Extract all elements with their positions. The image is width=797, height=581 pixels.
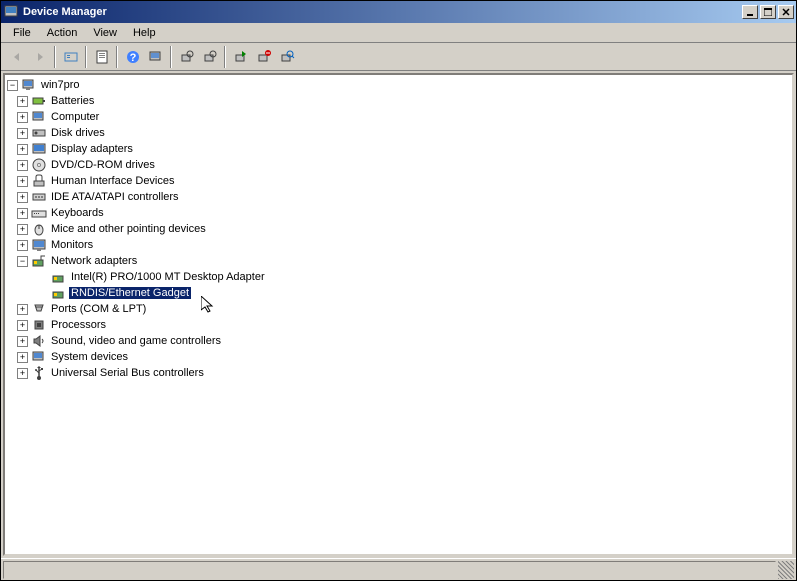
properties-button[interactable]: [90, 46, 113, 68]
resize-grip[interactable]: [778, 561, 794, 579]
expand-icon[interactable]: +: [17, 176, 28, 187]
tree-node-sound[interactable]: + Sound, video and game controllers: [7, 333, 790, 349]
svg-text:?: ?: [129, 52, 136, 64]
window: Device Manager File Action View Help ?: [0, 0, 797, 581]
expand-icon[interactable]: +: [17, 224, 28, 235]
tree-root[interactable]: − win7pro: [7, 77, 790, 93]
tree-node-keyboards[interactable]: + Keyboards: [7, 205, 790, 221]
collapse-icon[interactable]: −: [17, 256, 28, 267]
enable-button[interactable]: [229, 46, 252, 68]
tree-node-processors[interactable]: + Processors: [7, 317, 790, 333]
tree-node-intel-adapter[interactable]: Intel(R) PRO/1000 MT Desktop Adapter: [7, 269, 790, 285]
tree-node-dvd[interactable]: + DVD/CD-ROM drives: [7, 157, 790, 173]
tree-node-ide[interactable]: + IDE ATA/ATAPI controllers: [7, 189, 790, 205]
tree-root-label: win7pro: [39, 79, 82, 91]
statusbar: [1, 558, 796, 580]
sound-icon: [31, 333, 47, 349]
menu-file[interactable]: File: [5, 25, 39, 41]
expand-icon[interactable]: +: [17, 208, 28, 219]
maximize-button[interactable]: [760, 5, 776, 19]
usb-icon: [31, 365, 47, 381]
hid-icon: [31, 173, 47, 189]
menu-help[interactable]: Help: [125, 25, 164, 41]
network-adapter-icon: [51, 285, 67, 301]
network-adapter-icon: [51, 269, 67, 285]
display-icon: [31, 141, 47, 157]
expand-icon[interactable]: +: [17, 144, 28, 155]
keyboard-icon: [31, 205, 47, 221]
mouse-icon: [31, 221, 47, 237]
selected-item: RNDIS/Ethernet Gadget: [69, 287, 191, 299]
tree-node-network[interactable]: − Network adapters: [7, 253, 790, 269]
tree-node-batteries[interactable]: + Batteries: [7, 93, 790, 109]
tree-node-rndis[interactable]: RNDIS/Ethernet Gadget: [7, 285, 790, 301]
computer-icon: [21, 77, 37, 93]
network-icon: [31, 253, 47, 269]
tree-node-disk[interactable]: + Disk drives: [7, 125, 790, 141]
tree-node-monitors[interactable]: + Monitors: [7, 237, 790, 253]
computer-icon: [31, 109, 47, 125]
menu-view[interactable]: View: [85, 25, 125, 41]
show-hide-button[interactable]: [59, 46, 82, 68]
expand-icon[interactable]: +: [17, 192, 28, 203]
uninstall-button[interactable]: [198, 46, 221, 68]
expand-icon[interactable]: +: [17, 304, 28, 315]
update-driver-button[interactable]: [175, 46, 198, 68]
scan-button[interactable]: [144, 46, 167, 68]
titlebar[interactable]: Device Manager: [1, 1, 796, 23]
expand-icon[interactable]: +: [17, 240, 28, 251]
tree-node-system[interactable]: + System devices: [7, 349, 790, 365]
forward-button[interactable]: [28, 46, 51, 68]
tree-node-display[interactable]: + Display adapters: [7, 141, 790, 157]
disk-icon: [31, 125, 47, 141]
expand-icon[interactable]: +: [17, 160, 28, 171]
expand-icon[interactable]: +: [17, 368, 28, 379]
tree-node-ports[interactable]: + Ports (COM & LPT): [7, 301, 790, 317]
processor-icon: [31, 317, 47, 333]
window-title: Device Manager: [23, 6, 742, 18]
disable-button[interactable]: [252, 46, 275, 68]
tree-node-usb[interactable]: + Universal Serial Bus controllers: [7, 365, 790, 381]
help-button[interactable]: ?: [121, 46, 144, 68]
ide-icon: [31, 189, 47, 205]
collapse-icon[interactable]: −: [7, 80, 18, 91]
expand-icon[interactable]: +: [17, 336, 28, 347]
expand-icon[interactable]: +: [17, 112, 28, 123]
tree-node-hid[interactable]: + Human Interface Devices: [7, 173, 790, 189]
battery-icon: [31, 93, 47, 109]
toolbar: ?: [1, 43, 796, 71]
monitor-icon: [31, 237, 47, 253]
ports-icon: [31, 301, 47, 317]
menu-action[interactable]: Action: [39, 25, 86, 41]
status-pane: [3, 561, 776, 579]
back-button[interactable]: [5, 46, 28, 68]
tree-node-computer[interactable]: + Computer: [7, 109, 790, 125]
dvd-icon: [31, 157, 47, 173]
minimize-button[interactable]: [742, 5, 758, 19]
expand-icon[interactable]: +: [17, 352, 28, 363]
app-icon: [3, 4, 19, 20]
menubar: File Action View Help: [1, 23, 796, 43]
expand-icon[interactable]: +: [17, 128, 28, 139]
tree-view[interactable]: − win7pro + Batteries + Computer: [3, 73, 794, 556]
close-button[interactable]: [778, 5, 794, 19]
tree-node-mice[interactable]: + Mice and other pointing devices: [7, 221, 790, 237]
expand-icon[interactable]: +: [17, 320, 28, 331]
scan-hardware-button[interactable]: [275, 46, 298, 68]
system-icon: [31, 349, 47, 365]
expand-icon[interactable]: +: [17, 96, 28, 107]
